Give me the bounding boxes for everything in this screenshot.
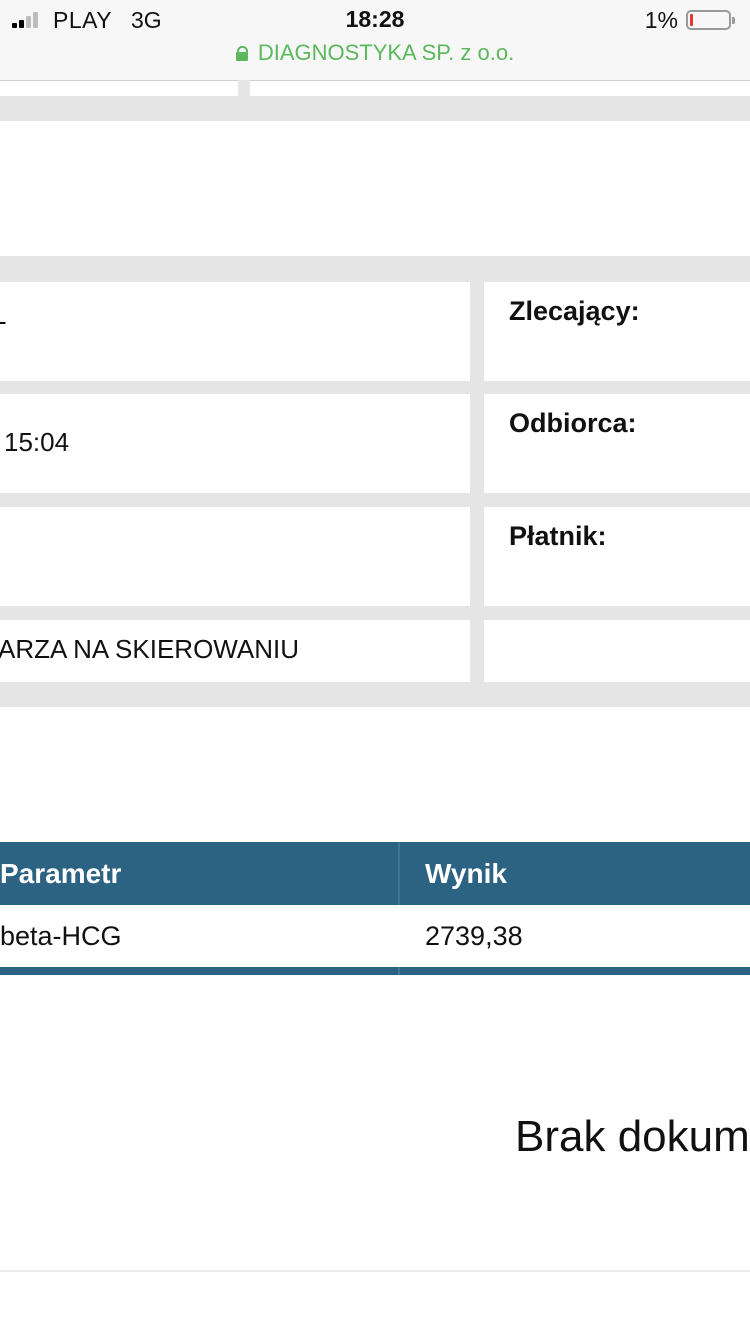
column-header-wynik[interactable]: Wynik [425,842,507,905]
info-value: ARZA NA SKIEROWANIU [0,634,299,664]
divider [0,1270,750,1272]
info-value: - [0,306,7,337]
info-value: 15:04 [4,427,70,457]
info-cell-right: Odbiorca: [484,394,750,493]
column-header-parametr[interactable]: Parametr [0,842,121,905]
info-cell-left [0,507,470,606]
lock-icon [235,46,248,61]
info-cell-right: Płatnik: [484,507,750,606]
parameter-cell: beta-HCG [0,921,122,951]
info-cell-left: ARZA NA SKIEROWANIU [0,620,470,682]
address-bar[interactable]: DIAGNOSTYKA SP. z o.o. [0,40,750,66]
results-table-footer [0,967,750,975]
platnik-label: Płatnik: [509,521,607,551]
top-divider [238,80,250,96]
column-separator [398,842,400,905]
info-cell-left: - [0,282,470,381]
odbiorca-label: Odbiorca: [509,408,637,438]
info-cell-left: 15:04 [0,394,470,493]
no-documents-message: Brak dokum [515,1112,750,1161]
battery-icon [686,10,735,30]
info-cell-right: Zlecający: [484,282,750,381]
battery-percent: 1% [644,7,678,33]
zlecajacy-label: Zlecający: [509,296,640,326]
column-separator [398,967,400,975]
result-cell: 2739,38 [425,921,523,951]
info-cell-right [484,620,750,682]
top-gray-band [0,96,750,121]
status-time: 18:28 [345,6,405,32]
site-label: DIAGNOSTYKA SP. z o.o. [257,40,515,65]
